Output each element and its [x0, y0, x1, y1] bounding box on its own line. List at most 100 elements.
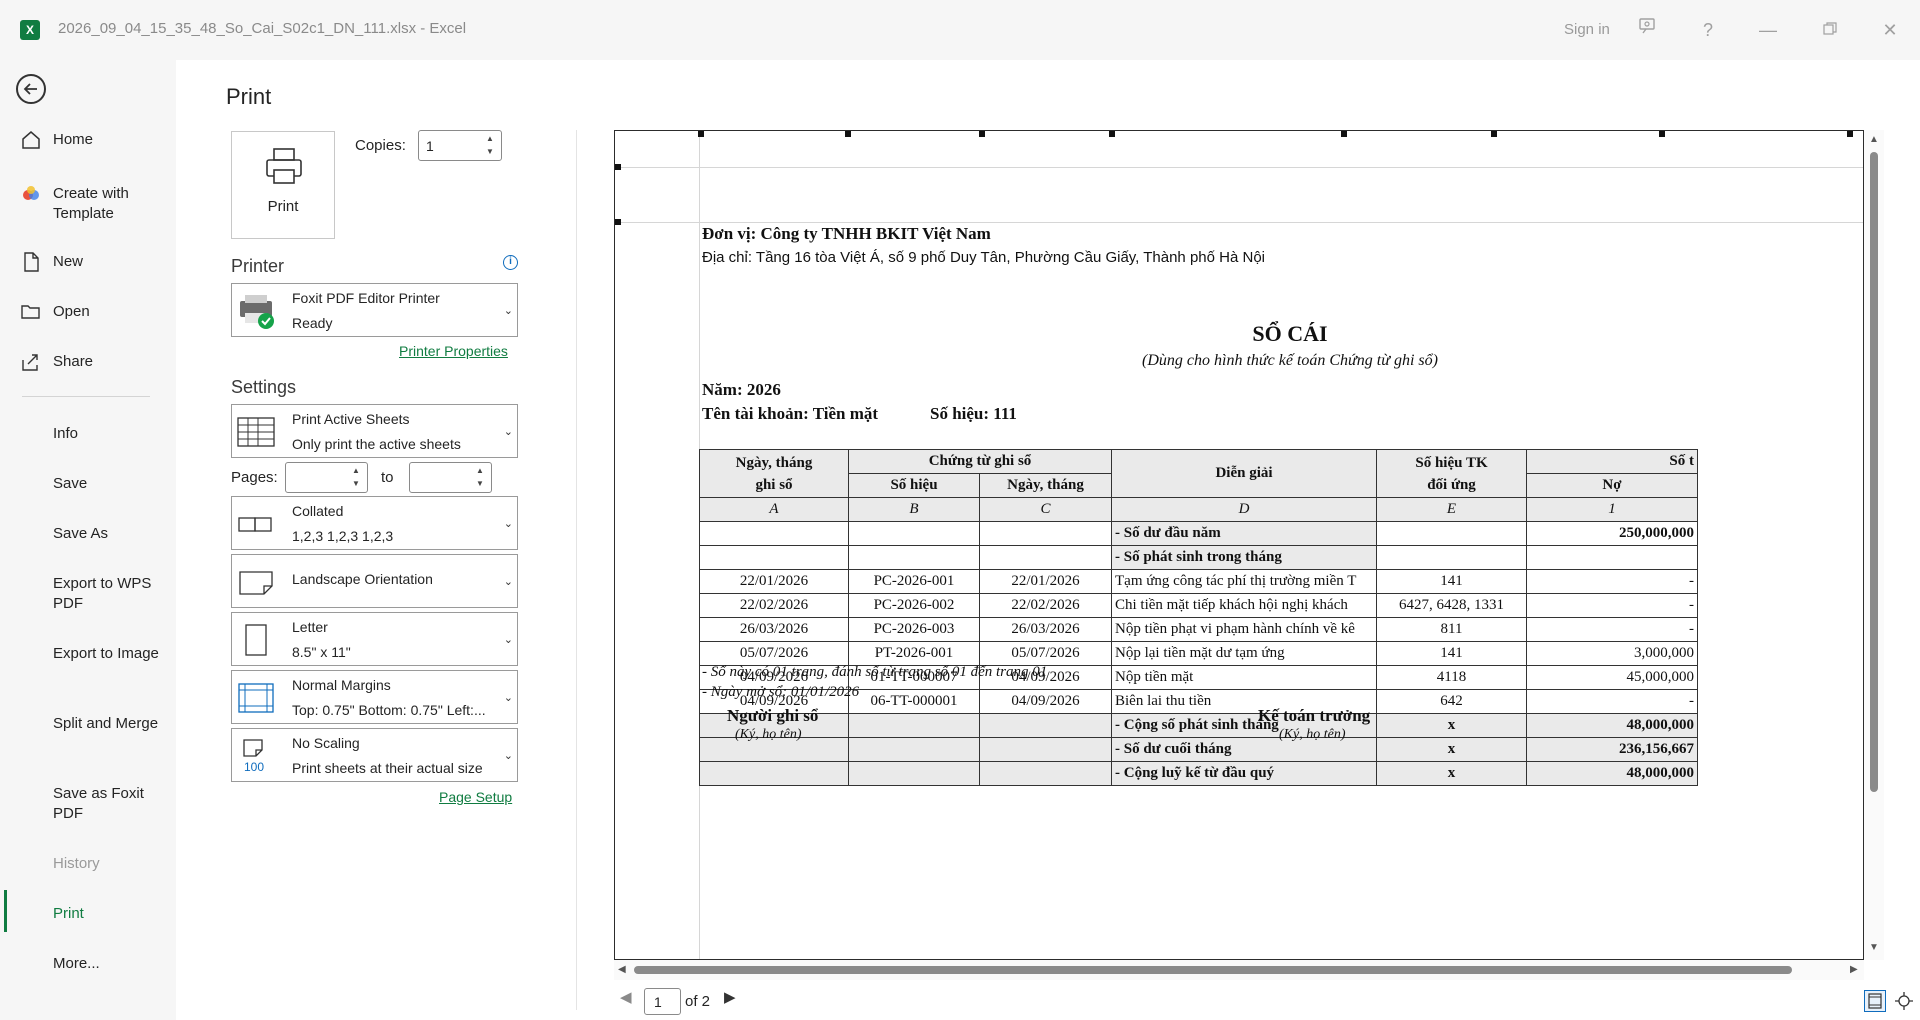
back-arrow-icon: [23, 83, 37, 95]
header-debit: Nợ: [1526, 473, 1698, 498]
header-description: Diễn giải: [1111, 449, 1377, 498]
vertical-scrollbar[interactable]: ▲ ▼: [1864, 130, 1884, 960]
print-button[interactable]: Print: [231, 131, 335, 239]
cell-description: - Cộng luỹ kế từ đầu quý: [1111, 761, 1377, 786]
to-label: to: [381, 469, 394, 486]
nav-save-foxit-pdf[interactable]: Save as Foxit PDF: [53, 784, 173, 824]
increment-icon[interactable]: ▲: [351, 466, 361, 476]
nav-create-template-label: Create with Template: [53, 185, 129, 222]
margins-select[interactable]: Normal Margins Top: 0.75" Bottom: 0.75" …: [231, 670, 518, 724]
nav-new-label: New: [53, 253, 84, 270]
collated-icon: [236, 504, 276, 544]
cell-voucher-number: [848, 713, 980, 738]
copies-stepper[interactable]: 1 ▲ ▼: [418, 130, 502, 161]
collation-select[interactable]: Collated 1,2,3 1,2,3 1,2,3 ⌄: [231, 496, 518, 550]
template-icon: [20, 184, 42, 204]
back-button[interactable]: [16, 74, 46, 104]
pages-to-input[interactable]: ▲ ▼: [409, 462, 492, 493]
cell-date: 22/01/2026: [699, 569, 849, 594]
info-icon[interactable]: i: [503, 255, 518, 270]
scroll-down-icon[interactable]: ▼: [1869, 942, 1879, 953]
cell-counter-account: 4118: [1376, 665, 1527, 690]
scaling-select[interactable]: 100 No Scaling Print sheets at their act…: [231, 728, 518, 782]
page-number-input[interactable]: 1: [644, 988, 681, 1015]
scroll-left-icon[interactable]: ◀: [618, 964, 626, 975]
cell-voucher-number: PC-2026-002: [848, 593, 980, 618]
print-what-select[interactable]: Print Active Sheets Only print the activ…: [231, 404, 518, 458]
cell-debit-amount: -: [1526, 617, 1698, 642]
margin-handle[interactable]: [615, 164, 621, 170]
margin-handle[interactable]: [845, 131, 851, 137]
increment-icon[interactable]: ▲: [475, 466, 485, 476]
coauthoring-icon[interactable]: [1634, 16, 1662, 44]
scroll-up-icon[interactable]: ▲: [1869, 134, 1879, 145]
next-page-icon[interactable]: ▶: [724, 988, 736, 1006]
cell-voucher-date: 22/01/2026: [979, 569, 1112, 594]
margin-handle[interactable]: [1341, 131, 1347, 137]
sign-in-link[interactable]: Sign in: [1564, 21, 1610, 38]
vertical-scroll-thumb[interactable]: [1870, 152, 1878, 792]
new-file-icon: [20, 252, 42, 272]
cell-debit-amount: -: [1526, 569, 1698, 594]
nav-share-label: Share: [53, 353, 94, 370]
margin-handle[interactable]: [1109, 131, 1115, 137]
help-icon[interactable]: ?: [1694, 16, 1722, 44]
table-row: 22/02/2026 PC-2026-002 22/02/2026 Chi tiền …: [699, 593, 1698, 618]
table-row: 22/01/2026 PC-2026-001 22/01/2026 Tạm ứng c…: [699, 569, 1698, 594]
decrement-icon[interactable]: ▼: [351, 479, 361, 489]
nav-save-as[interactable]: Save As: [53, 524, 173, 544]
nav-export-wps-pdf[interactable]: Export to WPS PDF: [53, 574, 173, 614]
printer-name: Foxit PDF Editor Printer: [292, 290, 440, 306]
printer-properties-link[interactable]: Printer Properties: [399, 343, 508, 359]
cell-voucher-number: [848, 521, 980, 546]
previous-page-icon[interactable]: ◀: [620, 988, 632, 1006]
orientation-select[interactable]: Landscape Orientation ⌄: [231, 554, 518, 608]
nav-history[interactable]: History: [53, 854, 173, 874]
scaling-desc: Print sheets at their actual size: [292, 760, 483, 776]
printer-select[interactable]: Foxit PDF Editor Printer Ready ⌄: [231, 283, 518, 337]
open-folder-icon: [20, 302, 42, 322]
margin-handle[interactable]: [698, 131, 704, 137]
subheader-cell: B: [848, 497, 980, 522]
margin-handle[interactable]: [1659, 131, 1665, 137]
cell-voucher-number: PT-2026-001: [848, 641, 980, 666]
margin-handle[interactable]: [1491, 131, 1497, 137]
increment-icon[interactable]: ▲: [485, 134, 495, 144]
show-margins-icon[interactable]: [1864, 990, 1886, 1012]
cell-counter-account: x: [1376, 737, 1527, 762]
chevron-down-icon: ⌄: [503, 518, 513, 530]
cell-date: [699, 545, 849, 570]
close-icon[interactable]: ✕: [1876, 16, 1904, 44]
margin-handle[interactable]: [615, 219, 621, 225]
scroll-right-icon[interactable]: ▶: [1850, 964, 1858, 975]
horizontal-scrollbar[interactable]: ◀ ▶: [614, 960, 1864, 980]
margin-handle[interactable]: [979, 131, 985, 137]
margins-title: Normal Margins: [292, 677, 391, 693]
nav-info[interactable]: Info: [53, 424, 173, 444]
cell-description: - Số phát sinh trong tháng: [1111, 545, 1377, 570]
cell-voucher-date: 04/09/2026: [979, 689, 1112, 714]
nav-print[interactable]: Print: [53, 904, 173, 924]
paper-size-select[interactable]: Letter 8.5" x 11" ⌄: [231, 612, 518, 666]
pages-from-input[interactable]: ▲ ▼: [285, 462, 368, 493]
nav-more[interactable]: More...: [53, 954, 173, 974]
decrement-icon[interactable]: ▼: [485, 147, 495, 157]
margin-handle[interactable]: [1847, 131, 1853, 137]
minimize-icon[interactable]: —: [1754, 16, 1782, 44]
cell-voucher-date: [979, 761, 1112, 786]
ledger-body: - Số dư đầu năm 250,000,000 - Số phát sinh…: [699, 521, 1698, 786]
nav-save[interactable]: Save: [53, 474, 173, 494]
cell-date: 26/03/2026: [699, 617, 849, 642]
nav-split-merge[interactable]: Split and Merge: [53, 714, 173, 734]
page-setup-link[interactable]: Page Setup: [439, 789, 512, 805]
cell-description: Nộp tiền mặt: [1111, 665, 1377, 690]
sign-recorder-note: (Ký, họ tên): [735, 727, 802, 742]
decrement-icon[interactable]: ▼: [475, 479, 485, 489]
cell-voucher-date: 22/02/2026: [979, 593, 1112, 618]
excel-app-icon: X: [20, 20, 40, 40]
zoom-to-page-icon[interactable]: [1894, 991, 1914, 1011]
restore-icon[interactable]: [1816, 16, 1844, 44]
horizontal-scroll-thumb[interactable]: [634, 966, 1792, 974]
cell-counter-account: 811: [1376, 617, 1527, 642]
nav-export-image[interactable]: Export to Image: [53, 644, 173, 664]
